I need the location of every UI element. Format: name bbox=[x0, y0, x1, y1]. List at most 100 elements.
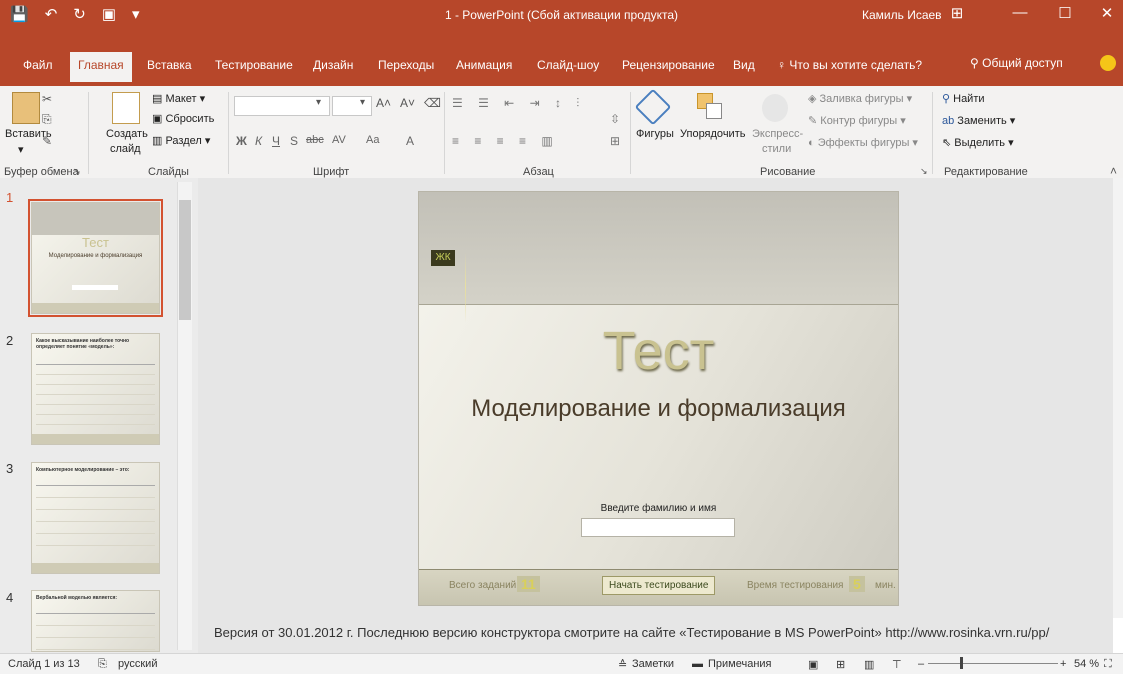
main-scrollbar[interactable] bbox=[1113, 178, 1123, 618]
bold-button[interactable]: Ж bbox=[236, 134, 247, 148]
underline-button[interactable]: Ч bbox=[272, 134, 280, 148]
shape-outline-button[interactable]: ✎ Контур фигуры ▾ bbox=[808, 114, 906, 127]
quick-styles-button[interactable]: Экспресс- bbox=[752, 128, 803, 140]
share-button[interactable]: ⚲ Общий доступ bbox=[970, 56, 1063, 70]
tell-me-box[interactable]: ♀ Что вы хотите сделать? bbox=[777, 58, 922, 72]
text-align-icon[interactable]: ⇳ bbox=[610, 112, 620, 126]
tab-insert[interactable]: Вставка bbox=[147, 58, 192, 72]
paragraph-list-icons[interactable]: ☰ ☰ ⇤ ⇥ ↕ ⫶ bbox=[452, 96, 585, 111]
font-size-box[interactable] bbox=[332, 96, 372, 116]
thumb-title: Вербальной моделью является: bbox=[36, 595, 118, 601]
increase-font-icon[interactable]: A˄ bbox=[376, 96, 391, 110]
test-time-label: Время тестирования bbox=[747, 580, 844, 591]
name-input[interactable] bbox=[581, 518, 735, 537]
format-painter-icon[interactable]: ✎ bbox=[42, 134, 52, 148]
slideshow-view-icon[interactable]: ⊤ bbox=[892, 658, 902, 671]
tab-animations[interactable]: Анимация bbox=[456, 58, 512, 72]
quick-styles-button-line2[interactable]: стили bbox=[762, 143, 791, 155]
strikethrough-button[interactable]: abc bbox=[306, 134, 324, 146]
layout-icon: ▤ bbox=[152, 93, 166, 105]
select-button[interactable]: ⇖ Выделить ▾ bbox=[942, 136, 1014, 149]
arrange-button[interactable]: Упорядочить bbox=[680, 128, 745, 140]
tab-review[interactable]: Рецензирование bbox=[622, 58, 715, 72]
section-button[interactable]: ▥ Раздел ▾ bbox=[152, 134, 210, 147]
layout-button[interactable]: ▤ Макет ▾ bbox=[152, 92, 205, 105]
zoom-level[interactable]: 54 % bbox=[1074, 658, 1099, 670]
spelling-icon[interactable]: ⎘ bbox=[98, 658, 107, 671]
shape-effects-button[interactable]: ◐ Эффекты фигуры ▾ bbox=[808, 136, 918, 149]
shadow-button[interactable]: S bbox=[290, 134, 298, 148]
slide-thumbnail-2[interactable]: Какое высказывание наиболее точно опреде… bbox=[31, 333, 160, 445]
normal-view-icon[interactable]: ▣ bbox=[808, 658, 818, 671]
zoom-in-icon[interactable]: + bbox=[1060, 658, 1066, 670]
font-color-button[interactable]: A bbox=[406, 134, 414, 148]
zoom-slider[interactable] bbox=[928, 663, 1058, 664]
zoom-slider-thumb[interactable] bbox=[960, 657, 963, 669]
slide-thumbnail-1[interactable]: Тест Моделирование и формализация bbox=[28, 199, 163, 317]
slide-thumbnail-4[interactable]: Вербальной моделью является: bbox=[31, 590, 160, 652]
smartart-icon[interactable]: ⊞ bbox=[610, 134, 620, 148]
notes-icon[interactable]: ≙ bbox=[618, 658, 627, 671]
ribbon-display-options-icon[interactable]: ⊞ bbox=[942, 4, 972, 22]
new-slide-button[interactable]: Создать bbox=[106, 128, 148, 140]
slide-logo: ЖК bbox=[431, 250, 455, 266]
slide-subtitle[interactable]: Моделирование и формализация bbox=[419, 395, 898, 423]
drawing-dialog-launcher-icon[interactable]: ↘ bbox=[920, 166, 928, 177]
tab-file[interactable]: Файл bbox=[23, 58, 53, 72]
tab-view[interactable]: Вид bbox=[733, 58, 755, 72]
font-size-dropdown-icon[interactable]: ▾ bbox=[360, 97, 365, 108]
current-slide[interactable]: ЖК Тест Моделирование и формализация Вве… bbox=[418, 191, 899, 606]
slide-number-2: 2 bbox=[6, 333, 14, 348]
scrollbar-thumb[interactable] bbox=[179, 200, 191, 320]
reading-view-icon[interactable]: ▥ bbox=[864, 658, 874, 671]
paste-dropdown-icon[interactable]: ▾ bbox=[18, 143, 24, 156]
tab-testing[interactable]: Тестирование bbox=[215, 58, 293, 72]
slide-title[interactable]: Тест bbox=[419, 320, 898, 382]
start-test-button[interactable]: Начать тестирование bbox=[602, 576, 716, 595]
comments-icon[interactable]: ▬ bbox=[692, 658, 703, 670]
paragraph-align-icons[interactable]: ≡ ≡ ≡ ≡ ▥ bbox=[452, 134, 559, 148]
fit-slide-icon[interactable]: ⛶ bbox=[1104, 658, 1112, 671]
clear-formatting-icon[interactable]: ⌫ bbox=[424, 96, 441, 110]
reset-button[interactable]: ▣ Сбросить bbox=[152, 112, 214, 125]
decrease-font-icon[interactable]: A˅ bbox=[400, 96, 415, 110]
slide-thumbnail-3[interactable]: Компьютерное моделирование – это: bbox=[31, 462, 160, 574]
cut-icon[interactable]: ✂ bbox=[42, 92, 52, 106]
find-button[interactable]: ⚲ Найти bbox=[942, 92, 985, 105]
new-slide-button-line2[interactable]: слайд bbox=[110, 143, 141, 155]
replace-button[interactable]: ab Заменить ▾ bbox=[942, 114, 1015, 127]
test-time-unit: мин. bbox=[875, 580, 896, 591]
thumbnail-scrollbar[interactable] bbox=[177, 182, 192, 650]
tab-transitions[interactable]: Переходы bbox=[378, 58, 434, 72]
shape-fill-label: Заливка фигуры bbox=[819, 93, 904, 105]
collapse-ribbon-icon[interactable]: ˄ bbox=[1110, 164, 1117, 178]
clipboard-dialog-launcher-icon[interactable]: ↘ bbox=[73, 166, 81, 177]
notes-button[interactable]: Заметки bbox=[632, 658, 674, 670]
slide-counter: Слайд 1 из 13 bbox=[8, 658, 80, 670]
tab-design[interactable]: Дизайн bbox=[313, 58, 353, 72]
character-spacing-button[interactable]: AV bbox=[332, 134, 346, 146]
feedback-smiley-icon[interactable] bbox=[1100, 55, 1116, 71]
change-case-button[interactable]: Aa bbox=[366, 134, 379, 146]
cursor-icon: ⇖ bbox=[942, 137, 955, 149]
tab-slideshow[interactable]: Слайд-шоу bbox=[537, 58, 599, 72]
tab-home[interactable]: Главная bbox=[70, 52, 132, 82]
new-slide-icon bbox=[112, 92, 140, 124]
shape-fill-button[interactable]: ◈ Заливка фигуры ▾ bbox=[808, 92, 912, 105]
close-button[interactable]: ✕ bbox=[1092, 4, 1122, 22]
slide-sorter-icon[interactable]: ⊞ bbox=[836, 658, 845, 671]
maximize-button[interactable]: ☐ bbox=[1050, 4, 1080, 22]
user-name[interactable]: Камиль Исаев bbox=[862, 8, 942, 22]
group-separator bbox=[228, 92, 229, 174]
language-indicator[interactable]: русский bbox=[118, 658, 157, 670]
italic-button[interactable]: К bbox=[255, 134, 262, 148]
copy-icon[interactable]: ⎘ bbox=[42, 112, 52, 127]
comments-button[interactable]: Примечания bbox=[708, 658, 772, 670]
shapes-button[interactable]: Фигуры bbox=[636, 128, 674, 140]
group-separator bbox=[444, 92, 445, 174]
lightbulb-icon: ♀ bbox=[777, 58, 790, 72]
section-icon: ▥ bbox=[152, 135, 166, 147]
font-name-dropdown-icon[interactable]: ▾ bbox=[316, 97, 321, 108]
zoom-out-icon[interactable]: – bbox=[918, 658, 924, 670]
minimize-button[interactable]: — bbox=[1005, 4, 1035, 21]
